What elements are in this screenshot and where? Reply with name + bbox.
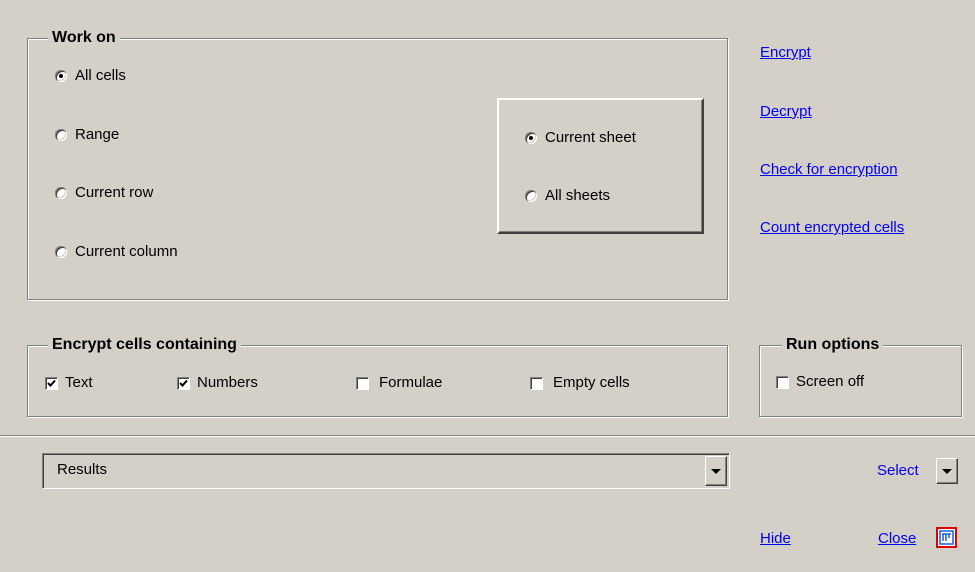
sheet-scope-panel [497,98,704,234]
work-on-title: Work on [48,27,120,49]
encrypt-link[interactable]: Encrypt [760,44,811,61]
radio-range-label: Range [75,126,120,143]
checkbox-indicator[interactable] [45,376,58,390]
radio-indicator[interactable] [55,187,67,199]
encrypt-containing-title: Encrypt cells containing [48,334,241,356]
radio-all-cells[interactable]: All cells [55,67,126,85]
checkbox-formulae[interactable]: Formulae [356,374,442,392]
select-label[interactable]: Select [877,462,919,479]
close-icon[interactable] [936,527,957,548]
radio-current-sheet-label: Current sheet [545,129,636,146]
checkbox-screen-off-label: Screen off [796,373,865,390]
checkbox-text-label: Text [65,374,93,391]
run-options-title: Run options [782,334,884,356]
radio-indicator[interactable] [55,246,67,258]
radio-current-row[interactable]: Current row [55,184,153,202]
separator-line [0,435,975,437]
checkbox-indicator[interactable] [356,376,369,390]
radio-current-sheet[interactable]: Current sheet [525,129,636,147]
chevron-down-icon [711,468,721,474]
checkbox-empty-cells-label: Empty cells [553,374,630,391]
decrypt-link[interactable]: Decrypt [760,103,812,120]
checkbox-numbers[interactable]: Numbers [177,374,258,392]
chevron-down-icon [942,468,952,474]
checkbox-indicator[interactable] [776,375,789,389]
checkbox-indicator[interactable] [177,376,190,390]
checkbox-screen-off[interactable]: Screen off [776,373,864,391]
checkbox-text[interactable]: Text [45,374,93,392]
hide-link[interactable]: Hide [760,530,791,547]
results-value: Results [57,461,108,478]
radio-current-column[interactable]: Current column [55,243,178,261]
check-encryption-link[interactable]: Check for encryption [760,161,898,178]
radio-indicator[interactable] [525,132,537,144]
radio-all-cells-label: All cells [75,67,126,84]
radio-all-sheets[interactable]: All sheets [525,187,610,205]
checkbox-formulae-label: Formulae [379,374,443,391]
radio-indicator[interactable] [525,190,537,202]
radio-indicator[interactable] [55,129,67,141]
radio-current-column-label: Current column [75,243,178,260]
radio-indicator[interactable] [55,70,67,82]
checkbox-indicator[interactable] [530,376,543,390]
checkbox-numbers-label: Numbers [197,374,258,391]
select-dropdown-button[interactable] [936,458,958,484]
radio-range[interactable]: Range [55,126,119,144]
radio-all-sheets-label: All sheets [545,187,611,204]
radio-current-row-label: Current row [75,184,154,201]
close-link[interactable]: Close [878,530,916,547]
count-encrypted-link[interactable]: Count encrypted cells [760,219,904,236]
results-dropdown[interactable]: Results [42,453,730,489]
checkbox-empty-cells[interactable]: Empty cells [530,374,630,392]
results-dropdown-button[interactable] [705,456,727,486]
